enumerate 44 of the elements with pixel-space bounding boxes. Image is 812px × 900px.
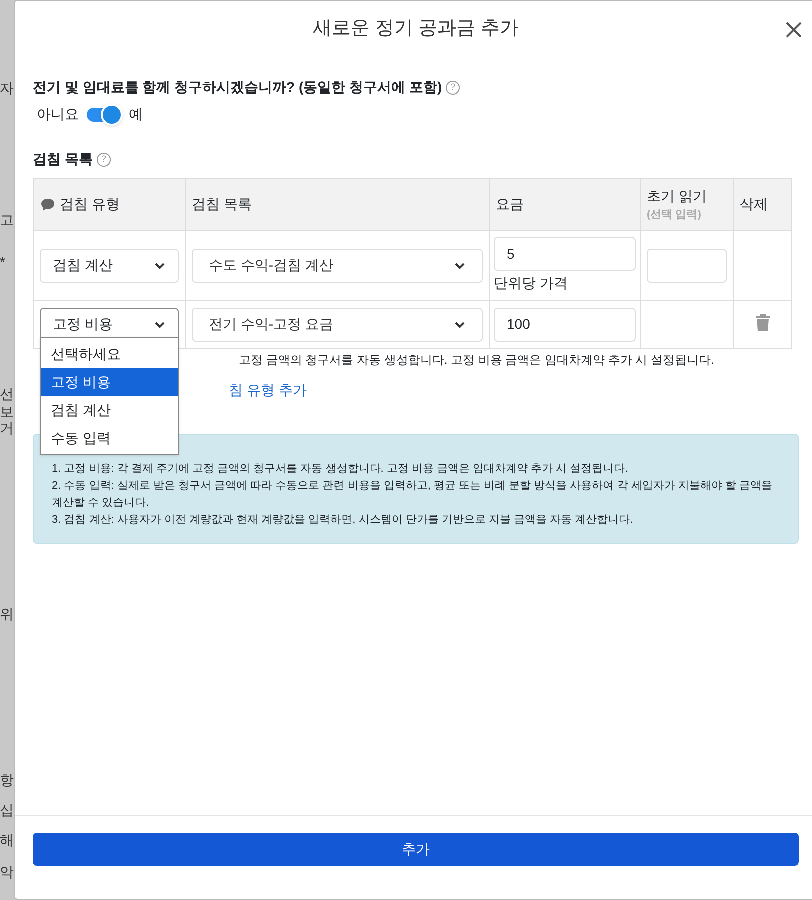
item-select[interactable]: 전기 수익-고정 요금 [192, 308, 483, 342]
dropdown-option[interactable]: 수동 입력 [41, 424, 178, 452]
column-hint: (선택 입력) [647, 208, 702, 223]
dropdown-option[interactable]: 검침 계산 [41, 396, 178, 424]
fee-note: 단위당 가격 [494, 274, 569, 293]
chat-bubble-icon [40, 196, 56, 212]
column-header: 검침 유형 [60, 195, 120, 214]
dropdown-option[interactable]: 선택하세요 [41, 340, 178, 368]
type-select[interactable]: 검침 계산 [40, 248, 179, 282]
close-button[interactable] [785, 21, 803, 39]
background-text: 선 [0, 386, 14, 402]
background-text: * [0, 254, 6, 270]
fee-input[interactable]: 100 [494, 308, 636, 342]
submit-button[interactable]: 추가 [33, 833, 799, 866]
background-text: 십 [0, 802, 14, 818]
background-text: 위 [0, 606, 14, 622]
info-text: 3. 검침 계산: 사용자가 이전 계량값과 현재 계량값을 입력하면, 시스템이 단가를 기반으로 지불 금액을 자동 계산합니다. [52, 513, 634, 528]
column-header: 삭제 [740, 195, 768, 214]
trash-icon[interactable] [754, 312, 770, 330]
helper-text: 고정 금액의 청구서를 자동 생성합니다. 고정 비용 금액은 임대차계약 추가 시 설정됩니다. [239, 352, 714, 369]
background-text: 해 [0, 832, 14, 848]
item-select[interactable]: 수도 수익-검침 계산 [192, 248, 483, 282]
background-text: 보 [0, 404, 14, 420]
background-text: 악 [0, 864, 14, 880]
fee-input[interactable]: 5 [494, 237, 636, 271]
question-text: 전기 및 임대료를 함께 청구하시겠습니까? (동일한 청구서에 포함) [33, 78, 442, 97]
dialog-title: 새로운 정기 공과금 추가 [313, 16, 519, 41]
dropdown-option[interactable]: 고정 비용 [41, 368, 178, 396]
section-title: 검침 목록 [33, 150, 93, 169]
background-text: 거 [0, 420, 14, 436]
toggle-on-label: 예 [129, 105, 143, 124]
background-text: 자 [0, 80, 14, 96]
initial-reading-input[interactable] [647, 248, 727, 282]
help-icon: ? [96, 152, 111, 166]
column-header: 초기 읽기 [647, 186, 707, 206]
column-header: 검침 목록 [192, 195, 252, 214]
toggle-off-label: 아니요 [37, 105, 79, 124]
help-icon: ? [446, 80, 460, 94]
info-text: 1. 고정 비용: 각 결제 주기에 고정 금액의 청구서를 자동 생성합니다. 고정 비용 금액은 임대차계약 추가 시 설정됩니다. [52, 462, 630, 477]
background-text: 항 [0, 772, 14, 788]
background-text: 고 [0, 212, 14, 228]
add-type-link[interactable]: 침 유형 추가 [229, 380, 307, 400]
info-text: 2. 수동 입력: 실제로 받은 청구서 금액에 따라 수동으로 관련 비용을 입력하고, 평균 또는 비례 분할 방식을 사용하여 각 세입자가 지불해야 할 금액을 계산할 수 있습니다. [52, 479, 774, 511]
column-header: 요금 [496, 195, 524, 214]
